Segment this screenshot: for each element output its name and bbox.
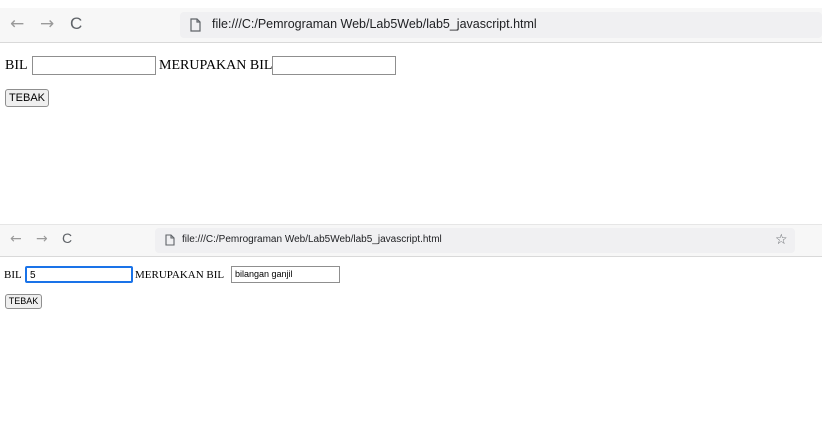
url-text: file:///C:/Pemrograman Web/Lab5Web/lab5_… (212, 17, 537, 31)
label-bil: BIL (5, 58, 28, 73)
bottom-page-content: BIL 5 MERUPAKAN BIL bilangan ganjil TEBA… (0, 256, 822, 422)
result-output-field[interactable]: bilangan ganjil (231, 266, 340, 283)
label-bil: BIL (4, 269, 22, 281)
reload-icon[interactable]: C (62, 231, 72, 245)
address-bar[interactable]: file:///C:/Pemrograman Web/Lab5Web/lab5_… (180, 12, 822, 38)
label-merupakan-bil: MERUPAKAN BIL (159, 58, 273, 73)
url-text: file:///C:/Pemrograman Web/Lab5Web/lab5_… (182, 234, 442, 245)
bottom-browser-window: ← → C file:///C:/Pemrograman Web/Lab5Web… (0, 222, 822, 422)
tebak-button[interactable]: TEBAK (5, 294, 42, 309)
page-icon (165, 234, 175, 246)
address-bar[interactable]: file:///C:/Pemrograman Web/Lab5Web/lab5_… (155, 228, 795, 253)
label-merupakan-bil: MERUPAKAN BIL (135, 269, 225, 281)
tebak-button[interactable]: TEBAK (5, 89, 49, 107)
page-icon (190, 18, 201, 32)
bottom-browser-toolbar: ← → C file:///C:/Pemrograman Web/Lab5Web… (0, 224, 822, 257)
result-output-field[interactable] (272, 56, 396, 75)
top-browser-toolbar: ← → C file:///C:/Pemrograman Web/Lab5Web… (0, 8, 822, 43)
bil-input[interactable]: 5 (25, 266, 133, 283)
reload-icon[interactable]: C (70, 15, 82, 32)
back-arrow-icon[interactable]: ← (10, 16, 24, 33)
bil-input[interactable] (32, 56, 156, 75)
bookmark-star-icon[interactable]: ☆ (775, 232, 788, 248)
forward-arrow-icon[interactable]: → (40, 16, 54, 33)
top-page-content: BIL MERUPAKAN BIL TEBAK (0, 43, 822, 215)
back-arrow-icon[interactable]: ← (10, 232, 22, 246)
top-browser-window: ← → C file:///C:/Pemrograman Web/Lab5Web… (0, 0, 822, 215)
forward-arrow-icon[interactable]: → (36, 232, 48, 246)
